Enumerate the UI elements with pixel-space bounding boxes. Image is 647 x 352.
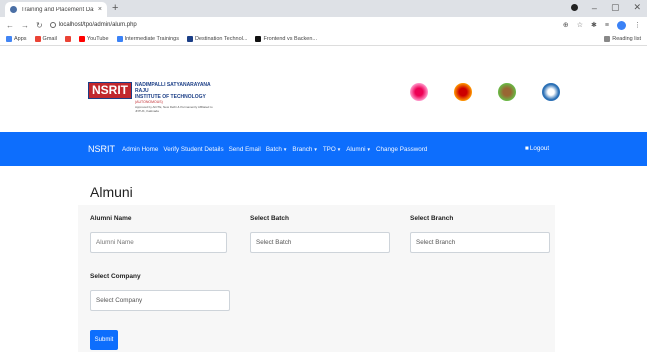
bookmark-page-icon (186, 36, 193, 42)
college-affiliation: Approved by AICTE, New Delhi & Permanent… (135, 105, 213, 113)
gmail-icon (34, 36, 41, 42)
site-info-icon[interactable] (49, 22, 56, 28)
branch-select[interactable]: Select Branch (410, 232, 550, 253)
branch-label: Select Branch (410, 215, 454, 222)
page-title: Almuni (90, 184, 133, 200)
company-label: Select Company (90, 273, 141, 280)
browser-actions: ⊕ ☆ ✱ ≡ ⋮ (563, 20, 641, 30)
minimize-icon[interactable]: – (592, 3, 597, 13)
bookmark-gmail[interactable]: Gmail (34, 36, 57, 42)
nav-alumni-dropdown[interactable]: Alumni▼ (346, 146, 371, 153)
bookmark-trainings[interactable]: Intermediate Trainings (116, 36, 179, 42)
accreditation-seal-icon (410, 83, 428, 101)
reading-list[interactable]: Reading list (604, 36, 641, 42)
batch-label: Select Batch (250, 215, 290, 222)
alumni-name-input[interactable] (90, 232, 227, 253)
caret-down-icon: ▼ (336, 146, 342, 152)
seal-3 (493, 83, 521, 111)
seal-1 (405, 83, 433, 111)
extensions-icon[interactable]: ✱ (591, 21, 597, 29)
caret-down-icon: ▼ (313, 146, 318, 152)
youtube-icon (78, 36, 85, 42)
bookmark-m[interactable] (64, 36, 71, 42)
caret-down-icon: ▼ (282, 146, 288, 152)
reading-list-icon (604, 36, 611, 42)
browser-tab[interactable]: Training and Placement Dashbo × (5, 2, 107, 17)
tab-title: Training and Placement Dashbo (21, 6, 94, 13)
bookmark-star-icon[interactable]: ☆ (577, 21, 583, 29)
alumni-name-label: Alumni Name (90, 215, 132, 222)
browser-tab-bar: Training and Placement Dashbo × + – ▢ ✕ (0, 0, 647, 17)
batch-select[interactable]: Select Batch (250, 232, 390, 253)
company-select[interactable]: Select Company (90, 290, 230, 311)
accreditation-seals (405, 83, 565, 111)
close-window-icon[interactable]: ✕ (633, 2, 641, 13)
profile-avatar-icon[interactable] (617, 20, 626, 30)
favicon-icon (10, 6, 17, 13)
close-tab-icon[interactable]: × (98, 6, 102, 13)
logout-link[interactable]: ■ Logout (525, 145, 549, 152)
nsrit-logo: NSRIT (88, 82, 132, 99)
bookmark-destination[interactable]: Destination Technol... (186, 36, 247, 42)
seal-2 (449, 83, 477, 111)
new-tab-button[interactable]: + (112, 2, 118, 14)
bookmark-frontend[interactable]: Frontend vs Backen... (255, 36, 317, 42)
apps-grid-icon (6, 36, 12, 42)
reload-icon[interactable]: ↻ (36, 21, 43, 30)
address-bar: ← → ↻ localhost/tpo/admin/alum.php ⊕ ☆ ✱… (0, 17, 647, 33)
nav-admin-home[interactable]: Admin Home (122, 146, 158, 153)
caret-down-icon: ▼ (366, 146, 371, 152)
url-field[interactable]: localhost/tpo/admin/alum.php (49, 22, 137, 28)
accreditation-seal-icon (498, 83, 516, 101)
accreditation-seal-icon (454, 83, 472, 101)
seal-4 (537, 83, 565, 111)
college-name: NADIMPALLI SATYANARAYANA RAJU INSTITUTE … (135, 82, 213, 113)
profile-dot-icon[interactable] (570, 4, 578, 11)
bookmark-page-icon (116, 36, 123, 42)
bookmark-apps[interactable]: Apps (6, 36, 27, 42)
nav-send-email[interactable]: Send Email (229, 146, 261, 153)
submit-button[interactable]: Submit (90, 330, 118, 350)
forward-icon[interactable]: → (21, 21, 29, 30)
zoom-icon[interactable]: ⊕ (563, 21, 569, 29)
maximize-icon[interactable]: ▢ (611, 2, 620, 13)
accreditation-seal-icon (542, 83, 560, 101)
nav-branch-dropdown[interactable]: Branch▼ (292, 146, 317, 153)
nav-batch-dropdown[interactable]: Batch▼ (266, 146, 288, 153)
college-banner: NSRIT NADIMPALLI SATYANARAYANA RAJU INST… (88, 82, 213, 113)
menu-dots-icon[interactable]: ⋮ (634, 21, 641, 29)
nav-tpo-dropdown[interactable]: TPO▼ (323, 146, 341, 153)
logout-icon: ■ (525, 145, 529, 152)
gmail-icon (64, 36, 71, 42)
bookmarks-bar: Apps Gmail YouTube Intermediate Training… (0, 33, 647, 46)
nav-change-password[interactable]: Change Password (376, 146, 427, 153)
nav-brand[interactable]: NSRIT (88, 144, 115, 154)
reading-mode-icon[interactable]: ≡ (605, 22, 609, 29)
bookmark-page-icon (255, 36, 262, 42)
url-text: localhost/tpo/admin/alum.php (58, 22, 137, 28)
window-controls: – ▢ ✕ (570, 2, 641, 13)
back-icon[interactable]: ← (6, 21, 14, 30)
alumni-search-form: Alumni Name Select Batch Select Batch Se… (78, 205, 555, 352)
college-name-line1: NADIMPALLI SATYANARAYANA RAJU (135, 82, 211, 94)
bookmark-youtube[interactable]: YouTube (78, 36, 109, 42)
main-navbar: NSRIT Admin Home Verify Student Details … (0, 132, 647, 166)
nav-verify-student[interactable]: Verify Student Details (163, 146, 223, 153)
